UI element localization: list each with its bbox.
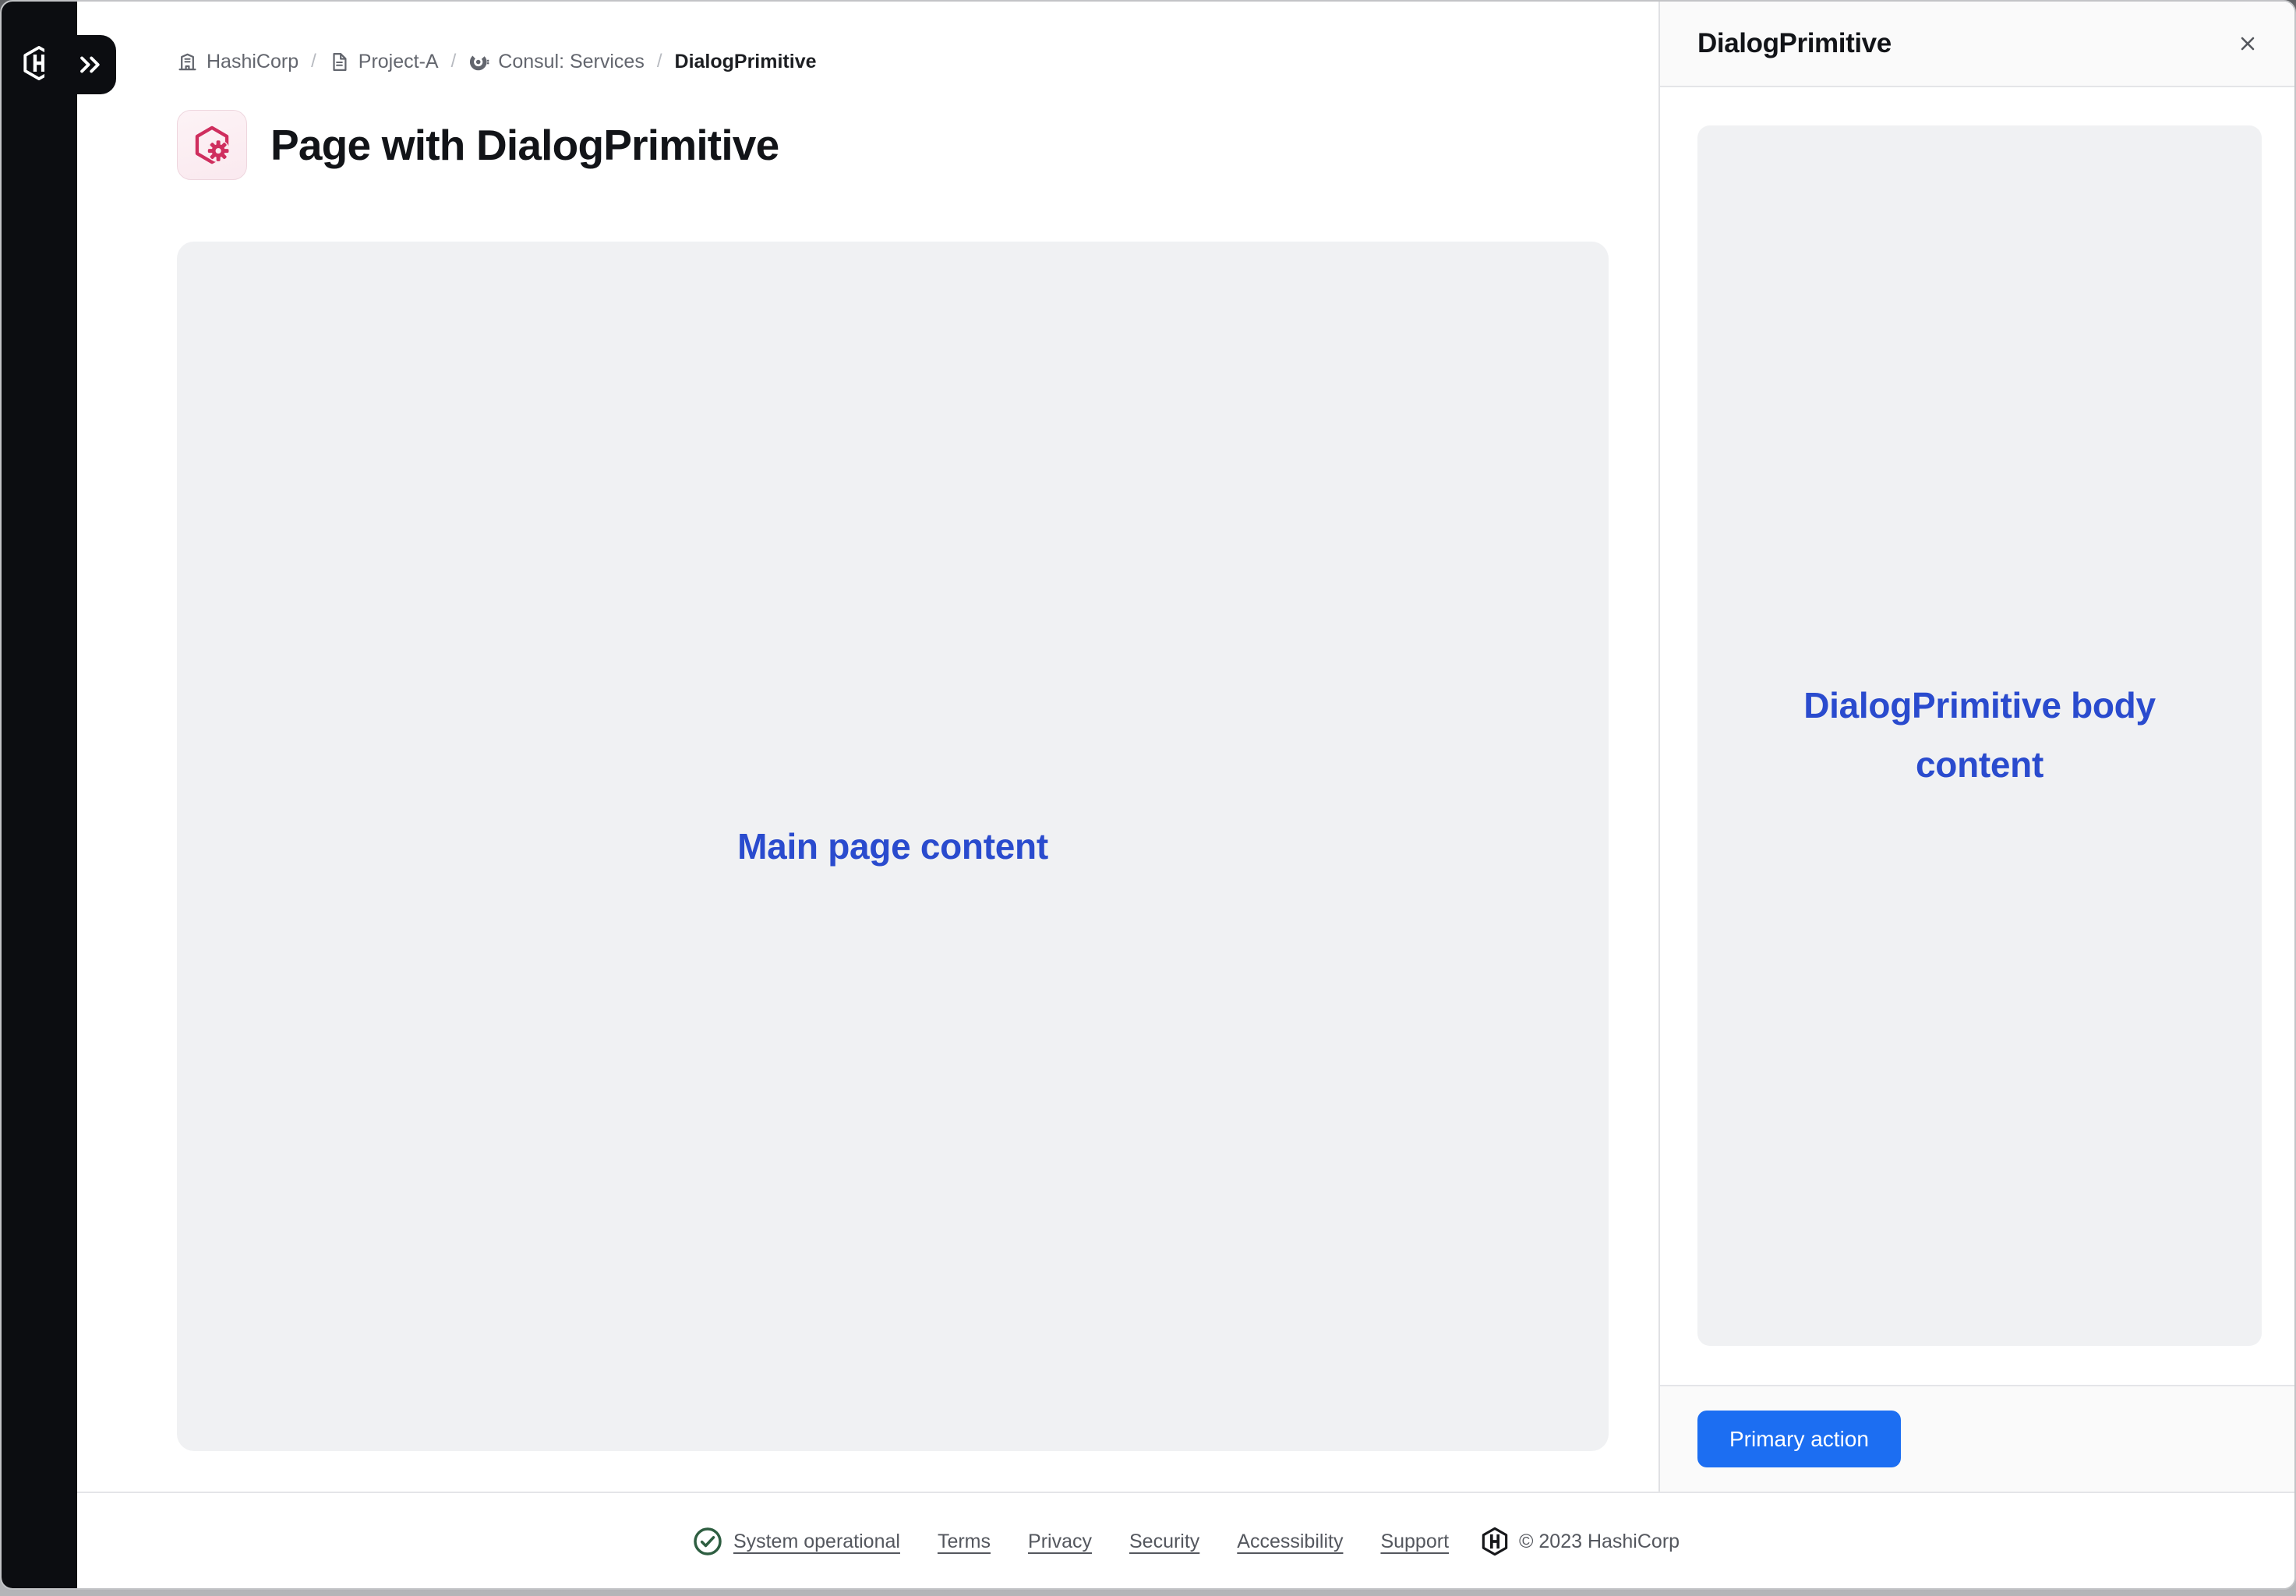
close-icon xyxy=(2235,31,2260,56)
main-content-placeholder: Main page content xyxy=(177,242,1609,1451)
breadcrumb-item-current: DialogPrimitive xyxy=(675,51,817,73)
system-status-label: System operational xyxy=(733,1531,900,1553)
page-title-badge xyxy=(177,110,247,180)
breadcrumb-item-project-a[interactable]: Project-A xyxy=(329,51,439,73)
hashicorp-logo-icon xyxy=(1480,1526,1510,1557)
check-circle-icon xyxy=(692,1526,723,1557)
breadcrumb-item-hashicorp[interactable]: HashiCorp xyxy=(177,51,298,73)
copyright-text: © 2023 HashiCorp xyxy=(1519,1531,1680,1553)
dialog-footer: Primary action xyxy=(1660,1385,2296,1492)
footer-link-terms[interactable]: Terms xyxy=(938,1531,991,1553)
sidebar-rail xyxy=(2,2,77,1588)
footer-link-security[interactable]: Security xyxy=(1129,1531,1199,1553)
page-title: Page with DialogPrimitive xyxy=(270,120,779,170)
breadcrumb-item-consul-services[interactable]: Consul: Services xyxy=(468,51,645,73)
org-building-icon xyxy=(177,51,198,72)
footer-link-support[interactable]: Support xyxy=(1380,1531,1449,1553)
breadcrumb-separator: / xyxy=(311,51,316,72)
app-footer: System operational Terms Privacy Securit… xyxy=(77,1492,2294,1590)
sidebar-expand-button[interactable] xyxy=(44,35,116,94)
system-status-link[interactable]: System operational xyxy=(692,1526,900,1557)
dialog-panel: DialogPrimitive DialogPrimitive body con… xyxy=(1658,2,2296,1492)
breadcrumb-label: Project-A xyxy=(359,51,439,73)
breadcrumb-separator: / xyxy=(657,51,662,72)
dialog-close-button[interactable] xyxy=(2226,22,2270,65)
breadcrumb: HashiCorp / Project-A / Consul: Services… xyxy=(177,41,817,83)
file-text-icon xyxy=(329,51,350,72)
page-header: Page with DialogPrimitive xyxy=(177,110,779,180)
dialog-header: DialogPrimitive xyxy=(1660,2,2296,87)
double-chevron-right-icon xyxy=(77,51,104,78)
breadcrumb-separator: / xyxy=(451,51,457,72)
footer-copyright: © 2023 HashiCorp xyxy=(1480,1526,1680,1557)
breadcrumb-label: HashiCorp xyxy=(207,51,298,73)
consul-logo-icon xyxy=(468,51,489,72)
primary-action-button[interactable]: Primary action xyxy=(1697,1411,1901,1467)
dialog-body-placeholder: DialogPrimitive body content xyxy=(1697,125,2262,1346)
main-placeholder-text: Main page content xyxy=(737,825,1048,867)
footer-link-privacy[interactable]: Privacy xyxy=(1028,1531,1092,1553)
breadcrumb-label: Consul: Services xyxy=(498,51,645,73)
footer-link-accessibility[interactable]: Accessibility xyxy=(1237,1531,1343,1553)
dialog-body-text: DialogPrimitive body content xyxy=(1761,676,2198,795)
hexagon-gear-icon xyxy=(192,125,232,165)
app-window: HashiCorp / Project-A / Consul: Services… xyxy=(0,0,2296,1590)
dialog-title: DialogPrimitive xyxy=(1697,28,1892,59)
